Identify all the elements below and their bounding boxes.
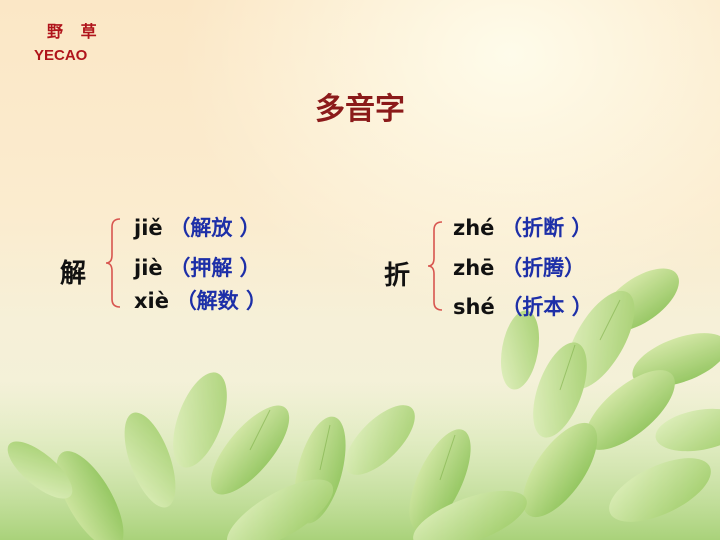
reading-row: xiè （解数 ） [134,285,267,315]
page-title: 多音字 [315,92,405,127]
reading-row: jiè （押解 ） [134,252,261,282]
pinyin: shé [453,295,495,319]
pinyin: zhē [453,256,495,280]
pinyin: zhé [453,216,495,240]
brace-2 [427,221,443,311]
reading-row: zhē （折腾） [453,252,585,282]
pinyin: jiě [134,216,163,240]
example-word: （折腾） [501,256,586,280]
example-word: （折本 ） [501,295,593,319]
logo-chinese: 野 草 [47,22,103,41]
reading-row: shé （折本 ） [453,291,593,321]
example-word: （折断 ） [501,216,593,240]
pinyin: jiè [134,256,163,280]
polyphone-character-1: 解 [60,259,87,289]
reading-row: jiě （解放 ） [134,212,261,242]
brace-1 [105,218,121,308]
example-word: （押解 ） [169,256,261,280]
reading-row: zhé （折断 ） [453,212,592,242]
logo-english: YECAO [34,47,88,64]
example-word: （解放 ） [169,216,261,240]
pinyin: xiè [134,289,169,313]
example-word: （解数 ） [175,289,267,313]
polyphone-character-2: 折 [384,261,411,291]
